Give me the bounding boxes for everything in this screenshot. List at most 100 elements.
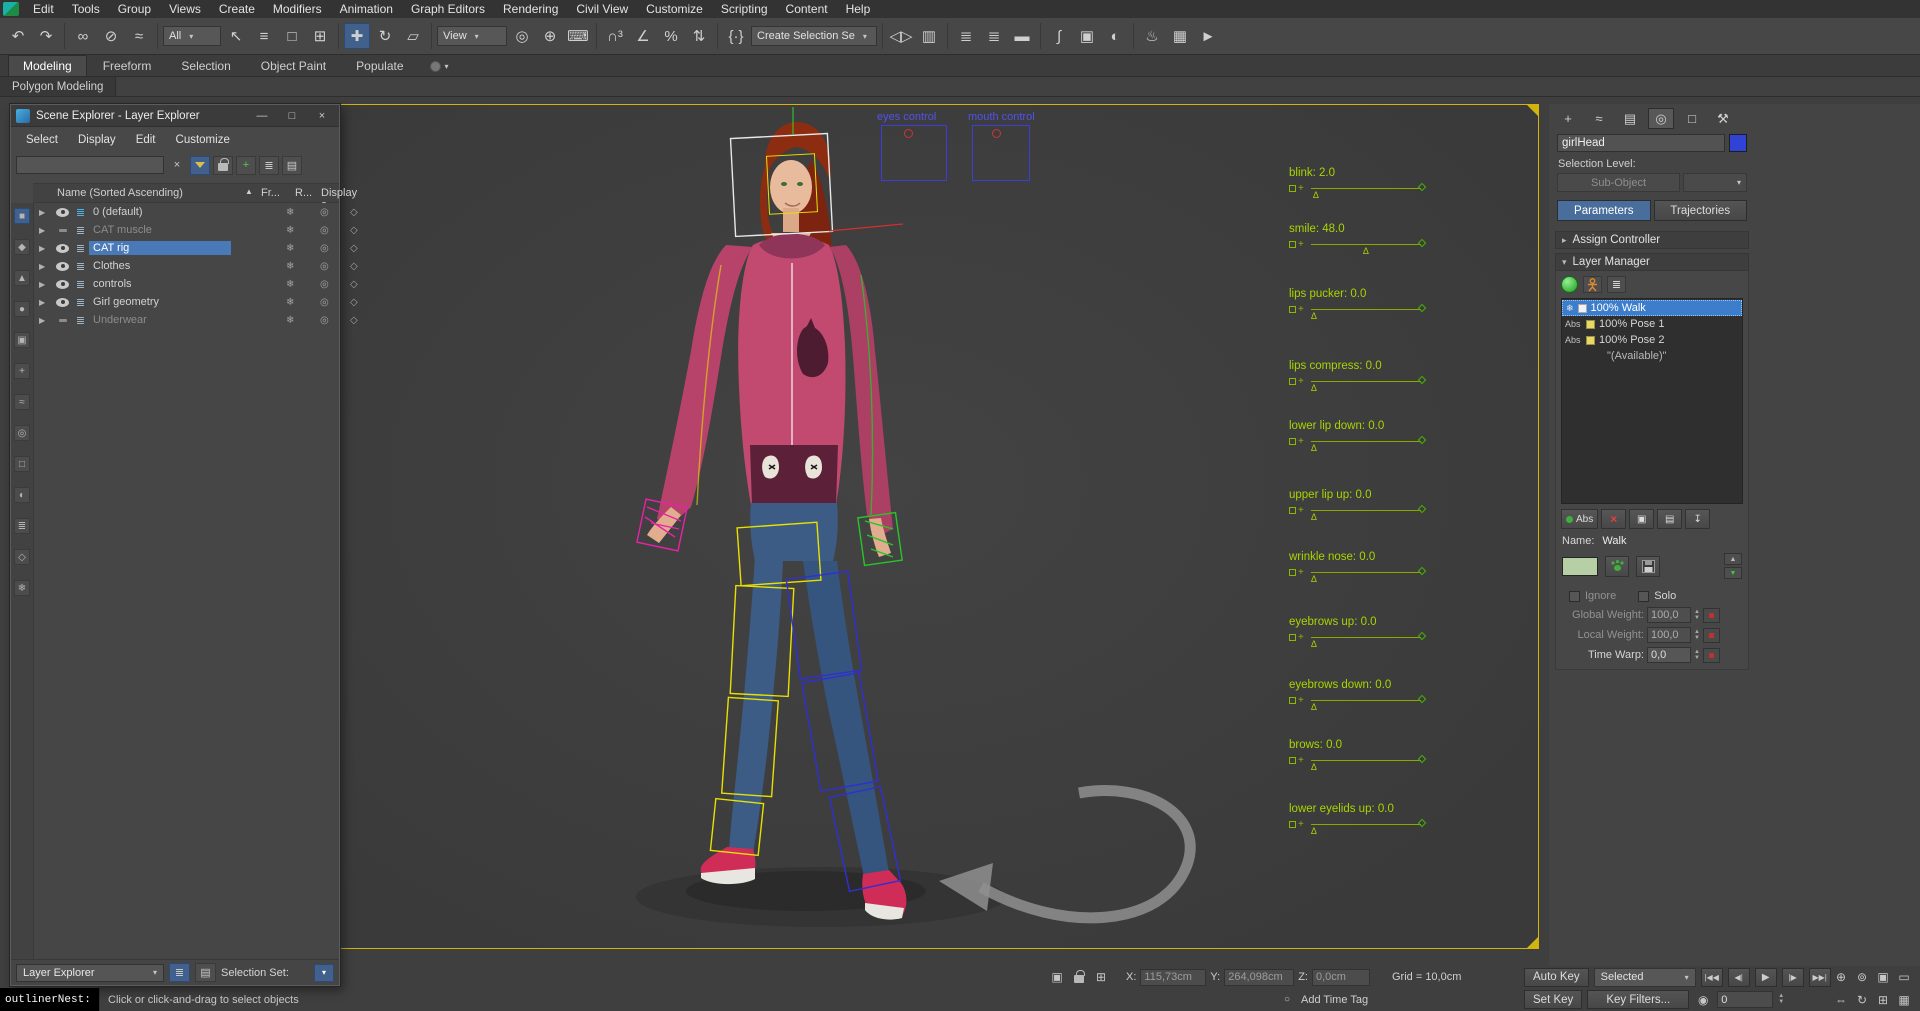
local-weight-key-button[interactable]: [1703, 628, 1720, 643]
menu-edit-explorer[interactable]: Edit: [127, 131, 165, 149]
zoom-extents-icon[interactable]: ▣: [1874, 968, 1892, 986]
rendered-frame-window-icon[interactable]: ▦: [1167, 23, 1193, 49]
visibility-toggle[interactable]: [53, 244, 72, 253]
polygon-modeling-panel[interactable]: Polygon Modeling: [0, 77, 116, 96]
spinner-icon[interactable]: ▲▼: [1694, 650, 1700, 661]
frozen-icon[interactable]: ❄: [286, 279, 294, 290]
layer-row-controls[interactable]: ▶ ≣ controls ❄ ◎ ◇: [34, 275, 339, 293]
menu-graph-editors[interactable]: Graph Editors: [402, 1, 494, 17]
ribbon-tab-selection[interactable]: Selection: [167, 56, 244, 76]
menu-customize-explorer[interactable]: Customize: [167, 131, 239, 149]
move-layer-down-icon[interactable]: ▼: [1724, 567, 1742, 579]
display-cameras-icon[interactable]: ▣: [14, 332, 30, 348]
align-icon[interactable]: ▥: [916, 23, 942, 49]
scene-explorer-titlebar[interactable]: Scene Explorer - Layer Explorer — □ ×: [11, 105, 339, 127]
display-materials-icon[interactable]: ◐: [14, 487, 30, 503]
eyes-control-box[interactable]: [881, 125, 947, 181]
expand-icon[interactable]: ▶: [39, 298, 53, 307]
display-frozen-icon[interactable]: ❄: [14, 580, 30, 596]
search-input[interactable]: [16, 156, 164, 174]
mouth-control-handle[interactable]: [992, 129, 1001, 138]
morph-slider-widget[interactable]: +Δ: [1289, 755, 1421, 765]
display-xrefs-icon[interactable]: ◇: [14, 549, 30, 565]
schematic-view-icon[interactable]: ▣: [1074, 23, 1100, 49]
object-color-swatch[interactable]: [1729, 134, 1747, 152]
layer-row-girl-geometry[interactable]: ▶ ≣ Girl geometry ❄ ◎ ◇: [34, 293, 339, 311]
morph-slider-widget[interactable]: +Δ: [1289, 632, 1421, 642]
display-containers-icon[interactable]: □: [14, 456, 30, 472]
visibility-toggle[interactable]: [53, 319, 72, 322]
explorer-settings-icon[interactable]: ▤: [282, 156, 302, 175]
menu-group[interactable]: Group: [109, 1, 160, 17]
rectangular-selection-region-icon[interactable]: □: [279, 23, 305, 49]
assign-controller-rollout[interactable]: ▸ Assign Controller: [1555, 231, 1749, 249]
curve-editor-icon[interactable]: ∫: [1046, 23, 1072, 49]
display-helpers-icon[interactable]: +: [14, 363, 30, 379]
select-and-manipulate-icon[interactable]: ⊕: [537, 23, 563, 49]
absolute-mode-icon[interactable]: ⊞: [1092, 968, 1110, 986]
menu-help[interactable]: Help: [837, 1, 880, 17]
next-frame-icon[interactable]: |▶: [1782, 968, 1804, 987]
perspective-viewport[interactable]: eyes control mouth control blink: 2.0 +Δ…: [340, 104, 1539, 949]
ribbon-options[interactable]: ▾: [430, 61, 449, 72]
selection-lock-icon[interactable]: [1070, 968, 1088, 986]
undo-icon[interactable]: ↶: [5, 23, 31, 49]
ribbon-tab-object-paint[interactable]: Object Paint: [247, 56, 340, 76]
motion-panel-icon[interactable]: ◎: [1648, 108, 1674, 129]
menu-create[interactable]: Create: [210, 1, 264, 17]
display-as-icon[interactable]: ◇: [350, 207, 358, 218]
current-frame-field[interactable]: [1717, 991, 1773, 1008]
add-layer-icon[interactable]: +: [236, 156, 256, 175]
layer-name[interactable]: CAT muscle: [89, 223, 231, 237]
key-mode-dropdown[interactable]: Selected▾: [1594, 968, 1696, 987]
menu-rendering[interactable]: Rendering: [494, 1, 567, 17]
menu-scripting[interactable]: Scripting: [712, 1, 777, 17]
add-time-tag[interactable]: Add Time Tag: [1301, 994, 1368, 1006]
key-filters-button[interactable]: Key Filters...: [1587, 990, 1689, 1009]
slider-handle-icon[interactable]: Δ: [1311, 640, 1317, 649]
layer-row-underwear[interactable]: ▶ ≣ Underwear ❄ ◎ ◇: [34, 311, 339, 329]
select-by-name-icon[interactable]: ≡: [251, 23, 277, 49]
isolate-selection-icon[interactable]: ▣: [1048, 968, 1066, 986]
frozen-icon[interactable]: ❄: [286, 207, 294, 218]
mirror-icon[interactable]: ◁▷: [888, 23, 914, 49]
global-weight-field[interactable]: [1647, 607, 1691, 623]
zoom-icon[interactable]: ⊕: [1832, 968, 1850, 986]
hierarchy-panel-icon[interactable]: ▤: [1617, 108, 1643, 129]
menu-content[interactable]: Content: [777, 1, 837, 17]
display-panel-icon[interactable]: □: [1679, 108, 1705, 129]
layer-row-default[interactable]: ▶ ≣ 0 (default) ❄ ◎ ◇: [34, 203, 339, 221]
x-coord-field[interactable]: [1140, 969, 1206, 986]
ignore-checkbox[interactable]: Ignore: [1569, 590, 1616, 602]
go-to-start-icon[interactable]: |◀◀: [1701, 968, 1723, 987]
layer-row-available[interactable]: "(Available)": [1562, 348, 1742, 364]
reference-coordinate-dropdown[interactable]: View▾: [437, 26, 507, 46]
paste-layer-button[interactable]: ▤: [1657, 509, 1682, 529]
morph-slider-widget[interactable]: +Δ: [1289, 819, 1421, 829]
pan-view-icon[interactable]: ⇔: [1832, 991, 1850, 1009]
modify-panel-icon[interactable]: ≈: [1586, 108, 1612, 129]
save-preset-icon[interactable]: [1636, 556, 1660, 577]
morph-slider-widget[interactable]: +Δ: [1289, 567, 1421, 577]
renderable-icon[interactable]: ◎: [320, 261, 329, 272]
renderable-icon[interactable]: ◎: [320, 297, 329, 308]
select-object-icon[interactable]: ↖: [223, 23, 249, 49]
ribbon-tab-populate[interactable]: Populate: [342, 56, 417, 76]
expand-icon[interactable]: ▶: [39, 262, 53, 271]
expand-icon[interactable]: ▶: [39, 280, 53, 289]
slider-handle-icon[interactable]: Δ: [1313, 191, 1319, 200]
setup-animation-mode-icon[interactable]: [1561, 276, 1578, 293]
spinner-icon[interactable]: ▲▼: [1694, 610, 1700, 621]
display-as-icon[interactable]: ◇: [350, 243, 358, 254]
toggle-ribbon-icon[interactable]: ▬: [1009, 23, 1035, 49]
display-all-icon[interactable]: ■: [14, 208, 30, 224]
abs-layer-button[interactable]: Abs: [1561, 509, 1598, 529]
menu-tools[interactable]: Tools: [63, 1, 109, 17]
column-headers[interactable]: Name (Sorted Ascending) ▲ Fr... R... Dis…: [33, 183, 339, 203]
layer-color-swatch[interactable]: [1562, 557, 1598, 576]
layer-name[interactable]: 0 (default): [89, 205, 231, 219]
expand-icon[interactable]: ▶: [39, 208, 53, 217]
minimize-button[interactable]: —: [250, 107, 274, 124]
render-setup-icon[interactable]: ♨: [1139, 23, 1165, 49]
renderable-icon[interactable]: ◎: [320, 243, 329, 254]
